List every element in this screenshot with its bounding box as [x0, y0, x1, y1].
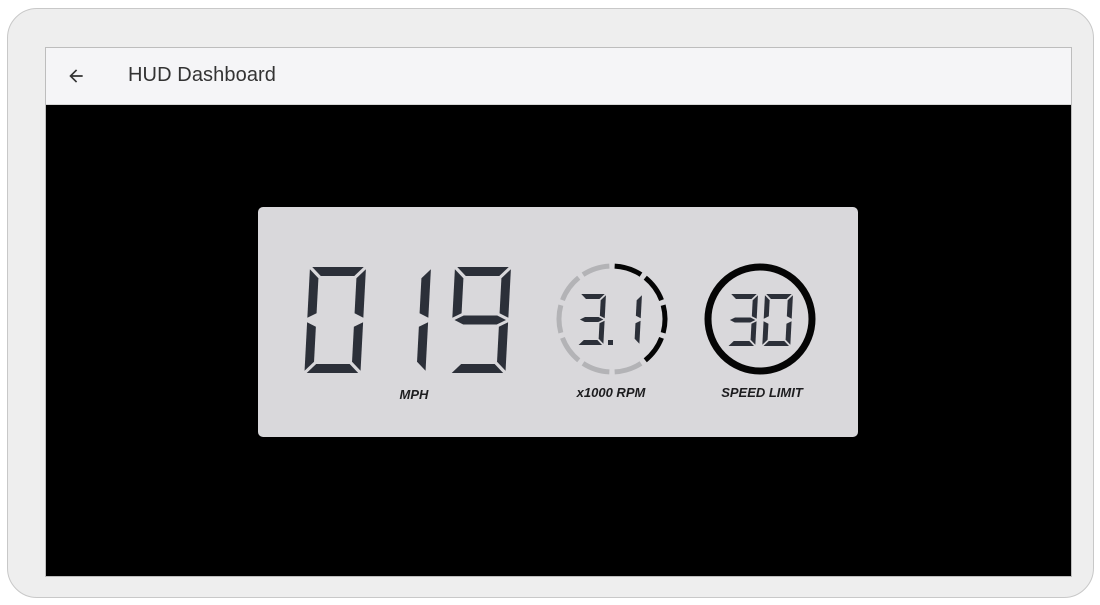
digit-segment-c [417, 322, 429, 371]
speed-digit [417, 269, 431, 371]
digit-segment-d [728, 341, 755, 346]
digit-segment-e [762, 321, 769, 345]
digit-segment-d [763, 341, 790, 346]
app-screen: HUD Dashboard MPH x1000 RPM SPEED LIMIT [45, 47, 1072, 577]
rpm-arc-segment [581, 361, 610, 375]
digit-segment-c [750, 321, 757, 345]
rpm-arc-segment [560, 275, 581, 302]
digit-segment-b [499, 269, 511, 318]
speed-limit-label: SPEED LIMIT [721, 385, 803, 400]
rpm-digit [634, 295, 642, 344]
digit-segment-c [497, 322, 509, 371]
speed-limit-digit [728, 294, 758, 346]
digit-segment-b [635, 295, 642, 319]
digit-segment-g [579, 317, 604, 322]
digit-segment-f [452, 269, 464, 318]
rpm-arc-segment [556, 304, 564, 334]
digit-segment-a [581, 294, 605, 299]
digit-segment-b [354, 269, 366, 318]
back-button[interactable] [60, 60, 92, 92]
rpm-unit-label: x1000 RPM [576, 385, 646, 400]
digit-segment-c [634, 320, 641, 344]
hud-viewport: MPH x1000 RPM SPEED LIMIT [46, 105, 1071, 576]
speed-digit [451, 267, 511, 373]
digit-segment-a [731, 294, 757, 299]
digit-segment-g [729, 317, 756, 323]
digit-segment-c [598, 320, 605, 344]
digit-segment-a [457, 267, 509, 276]
digit-segment-a [312, 267, 364, 276]
app-bar: HUD Dashboard [46, 48, 1071, 105]
digit-segment-c [352, 322, 364, 371]
page-title: HUD Dashboard [128, 64, 277, 86]
rpm-gauge [556, 263, 668, 375]
rpm-arc-segment [560, 336, 581, 363]
speed-limit-ring [704, 263, 816, 375]
speed-readout [304, 267, 511, 373]
digit-segment-e [304, 322, 316, 371]
speed-limit-sign [704, 263, 816, 375]
digit-segment-g [454, 315, 506, 325]
digit-segment-d [578, 340, 603, 345]
rpm-decimal-point [608, 340, 613, 345]
arrow-back-icon [69, 69, 83, 83]
rpm-arc-segment [660, 304, 668, 334]
rpm-arc-segment [614, 361, 643, 375]
rpm-arc-segment [643, 336, 664, 363]
digit-segment-f [763, 295, 770, 319]
speed-limit-digit [762, 294, 793, 346]
speed-unit-label: MPH [399, 387, 429, 402]
rpm-arc-segment [643, 275, 664, 302]
rpm-digit [578, 294, 606, 345]
digit-segment-a [766, 294, 792, 299]
digit-segment-b [599, 295, 606, 319]
digit-segment-b [419, 269, 431, 318]
hud-panel: MPH x1000 RPM SPEED LIMIT [258, 207, 858, 437]
digit-segment-c [785, 321, 792, 345]
digit-segment-b [786, 295, 793, 319]
digit-segment-d [306, 364, 359, 373]
digit-segment-b [751, 295, 758, 319]
rpm-arc-segment [581, 263, 610, 277]
device-frame: HUD Dashboard MPH x1000 RPM SPEED LIMIT [7, 8, 1094, 598]
digit-segment-d [451, 364, 504, 373]
digit-segment-f [307, 269, 319, 318]
speed-digit [304, 267, 366, 373]
rpm-arc-segment [614, 263, 643, 277]
